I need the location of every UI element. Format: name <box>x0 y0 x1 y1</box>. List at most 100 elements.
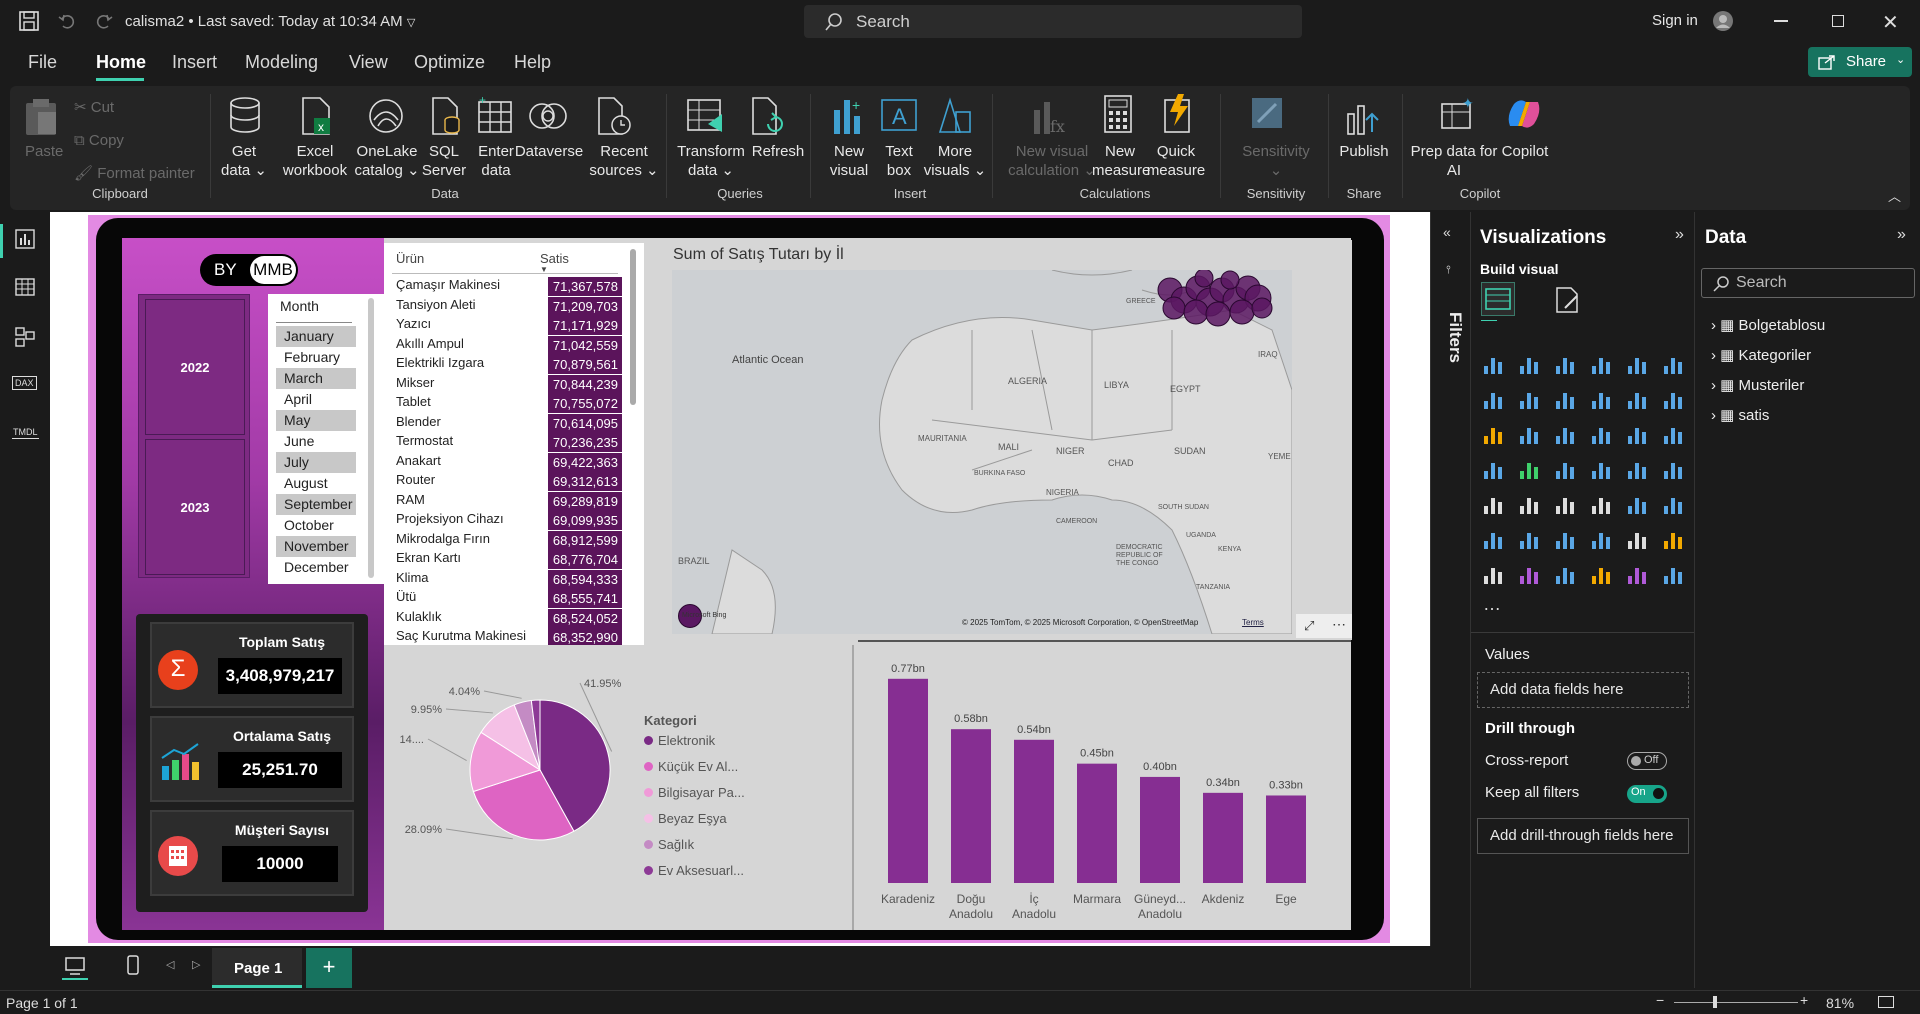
sign-in-link[interactable]: Sign in <box>1652 12 1698 29</box>
pie-legend-item[interactable]: Bilgisayar Pa... <box>644 785 844 811</box>
table-row[interactable]: RAM 69,289,819 <box>396 491 626 512</box>
year-2022[interactable]: 2022 <box>145 299 245 435</box>
table-row[interactable]: Termostat 70,236,235 <box>396 433 626 453</box>
sql-server-button[interactable]: SQL Server <box>420 142 468 180</box>
report-view-icon[interactable] <box>14 228 36 250</box>
menu-modeling[interactable]: Modeling <box>245 52 318 73</box>
diamond-visual-icon[interactable] <box>1625 562 1649 586</box>
page-tab-1[interactable]: Page 1 <box>212 948 302 988</box>
key-influencers-visual-icon[interactable] <box>1517 527 1541 551</box>
gauge-visual-icon[interactable] <box>1625 457 1649 481</box>
pie-legend-item[interactable]: Beyaz Eşya <box>644 811 844 837</box>
month-february[interactable]: February <box>276 347 356 368</box>
map-visual-icon[interactable] <box>1517 457 1541 481</box>
clustered-column-visual-icon[interactable] <box>1589 352 1613 376</box>
month-august[interactable]: August <box>276 473 356 494</box>
map-area[interactable]: Atlantic Ocean ALGERIA LIBYA EGYPT MAURI… <box>672 270 1292 634</box>
close-icon[interactable]: ✕ <box>1882 10 1899 35</box>
file-title[interactable]: calisma2 • Last saved: Today at 10:34 AM… <box>125 13 415 30</box>
col-satis[interactable]: Satis <box>540 251 569 266</box>
table-row[interactable]: Akıllı Ampul 71,042,559 <box>396 335 626 356</box>
new-visual-button[interactable]: New visual <box>822 142 876 180</box>
table-row[interactable]: Ütü 68,555,741 <box>396 589 626 609</box>
zoom-out-icon[interactable]: − <box>1656 992 1664 1008</box>
scatter-visual-icon[interactable] <box>1589 422 1613 446</box>
month-may[interactable]: May <box>276 410 356 431</box>
funnel-waterfall-visual-icon[interactable] <box>1517 422 1541 446</box>
python-visual-icon[interactable] <box>1481 527 1505 551</box>
pie-legend-item[interactable]: Sağlık <box>644 837 844 863</box>
add-page-button[interactable]: + <box>306 948 352 988</box>
copilot-button[interactable]: Copilot <box>1500 142 1550 161</box>
powerapps-visual-icon[interactable] <box>1517 562 1541 586</box>
clustered-bar-visual-icon[interactable] <box>1553 352 1577 376</box>
dataverse-button[interactable]: Dataverse <box>510 142 588 161</box>
table-row[interactable]: Anakart 69,422,363 <box>396 452 626 473</box>
table-row[interactable]: Mikser 70,844,239 <box>396 374 626 395</box>
tmdl-view-icon[interactable]: TMDL <box>12 426 39 439</box>
stacked-bar-visual-icon[interactable] <box>1481 352 1505 376</box>
filters-label[interactable]: Filters <box>1445 312 1465 363</box>
transform-data-button[interactable]: Transform data ⌄ <box>670 142 752 180</box>
table-row[interactable]: Ekran Kartı 68,776,704 <box>396 550 626 570</box>
prep-data-button[interactable]: Prep data for AI <box>1406 142 1502 180</box>
table-item-satis[interactable]: › ▦ satis <box>1711 406 1825 436</box>
map-bubbles[interactable] <box>1152 270 1292 350</box>
cross-report-toggle[interactable]: Off <box>1627 752 1667 770</box>
desktop-layout-icon[interactable] <box>64 956 86 976</box>
zoom-slider[interactable] <box>1674 1002 1798 1003</box>
100-column-visual-icon[interactable] <box>1661 352 1685 376</box>
month-scrollbar[interactable] <box>368 298 374 578</box>
share-button[interactable]: Share ⌄ <box>1808 47 1912 77</box>
table-row[interactable]: Klima 68,594,333 <box>396 569 626 590</box>
minimize-icon[interactable] <box>1774 20 1788 22</box>
focus-mode-icon[interactable]: ⤢ <box>1304 618 1314 634</box>
100-bar-visual-icon[interactable] <box>1625 352 1649 376</box>
month-october[interactable]: October <box>276 515 356 536</box>
pie-visual-icon[interactable] <box>1625 422 1649 446</box>
zoom-slider-thumb[interactable] <box>1713 996 1717 1008</box>
year-2023[interactable]: 2023 <box>145 439 245 575</box>
slicer-visual-icon[interactable] <box>1553 492 1577 516</box>
more-options-icon[interactable]: ⋯ <box>1332 616 1346 633</box>
onelake-catalog-button[interactable]: OneLake catalog ⌄ <box>346 142 428 180</box>
menu-view[interactable]: View <box>349 52 388 73</box>
table-row[interactable]: Yazıcı 71,171,929 <box>396 316 626 336</box>
redo-icon[interactable] <box>94 11 114 31</box>
save-icon[interactable] <box>18 10 40 32</box>
kpi-visual-icon[interactable] <box>1517 492 1541 516</box>
menu-help[interactable]: Help <box>514 52 551 73</box>
toggle-by[interactable]: BY <box>214 260 237 280</box>
sensitivity-button[interactable]: Sensitivity ⌄ <box>1234 142 1318 180</box>
funnel-visual-icon[interactable] <box>1553 422 1577 446</box>
quick-measure-button[interactable]: Quick measure <box>1144 142 1208 180</box>
expand-filters-icon[interactable]: « <box>1443 224 1451 240</box>
paginated-visual-icon[interactable] <box>1481 562 1505 586</box>
table-item-musteriler[interactable]: › ▦ Musteriler <box>1711 376 1825 406</box>
menu-home[interactable]: Home <box>96 52 146 73</box>
waterfall-visual-icon[interactable] <box>1661 387 1685 411</box>
more-visuals-button[interactable]: More visuals ⌄ <box>920 142 990 180</box>
table-item-kategoriler[interactable]: › ▦ Kategoriler <box>1711 346 1825 376</box>
by-mmb-toggle[interactable]: BY MMB <box>200 254 298 286</box>
copy-button[interactable]: ⧉ Copy <box>74 131 124 150</box>
publish-button[interactable]: Publish <box>1332 142 1396 161</box>
area-visual-icon[interactable] <box>1517 387 1541 411</box>
r-script-visual-icon[interactable] <box>1661 492 1685 516</box>
ribbon-visual-icon[interactable] <box>1589 387 1613 411</box>
month-july[interactable]: July <box>276 452 356 473</box>
table-row[interactable]: Çamaşır Makinesi 71,367,578 <box>396 277 626 297</box>
table-row[interactable]: Blender 70,614,095 <box>396 413 626 434</box>
collapse-data-icon[interactable]: » <box>1897 226 1906 244</box>
data-search-input[interactable]: Search <box>1701 268 1915 298</box>
qa-visual-icon[interactable] <box>1589 527 1613 551</box>
map-terms-link[interactable]: Terms <box>1242 618 1264 627</box>
month-march[interactable]: March <box>276 368 356 389</box>
treemap-visual-icon[interactable] <box>1481 457 1505 481</box>
table-row[interactable]: Kulaklık 68,524,052 <box>396 608 626 629</box>
arcgis-visual-icon[interactable] <box>1589 562 1613 586</box>
format-visual-tab[interactable] <box>1551 284 1583 316</box>
collapse-viz-icon[interactable]: » <box>1675 226 1684 244</box>
model-view-icon[interactable] <box>14 326 36 348</box>
table-row[interactable]: Tansiyon Aleti 71,209,703 <box>396 296 626 317</box>
